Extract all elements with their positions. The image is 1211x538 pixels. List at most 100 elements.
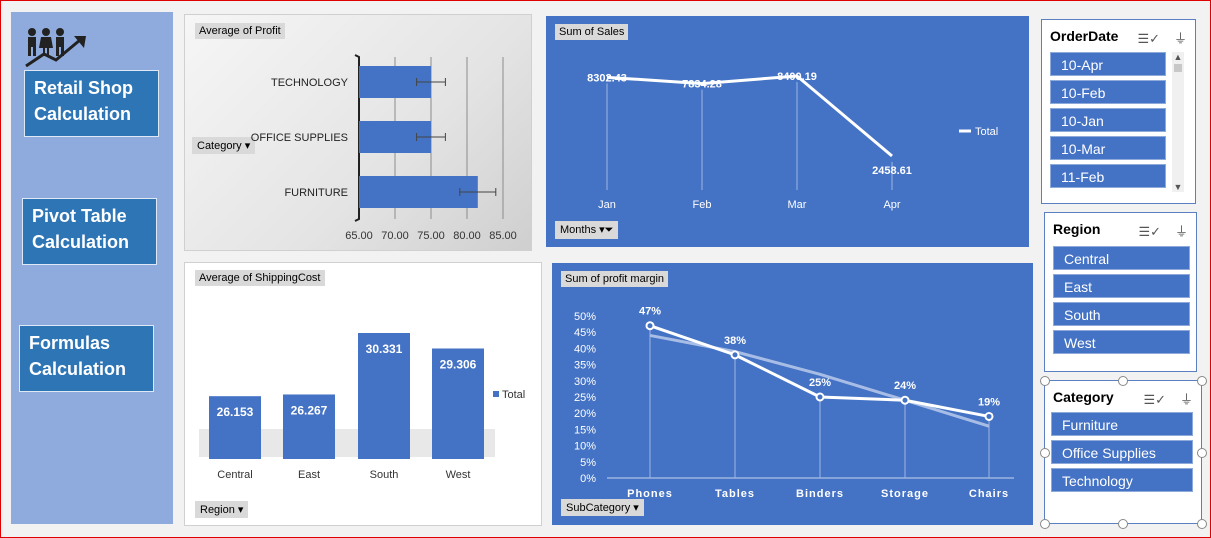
- formulas-calculation-button[interactable]: Formulas Calculation: [19, 325, 154, 392]
- scroll-thumb[interactable]: [1174, 64, 1182, 72]
- x-tick-label: Storage: [881, 488, 929, 500]
- data-point: [815, 392, 825, 402]
- slicer-item-region[interactable]: East: [1053, 274, 1190, 298]
- orderdate-slicer: OrderDate ☰✓ ⏚ 10-Apr 10-Feb 10-Jan 10-Ma…: [1041, 19, 1196, 204]
- resize-handle[interactable]: [1197, 376, 1207, 386]
- resize-handle[interactable]: [1118, 376, 1128, 386]
- data-label: 29.306: [440, 358, 477, 372]
- data-label: 47%: [639, 306, 661, 318]
- margin-chart-panel: Sum of profit margin SubCategory ▾ 50% 45…: [552, 263, 1033, 525]
- data-label: 24%: [894, 380, 916, 392]
- data-label: 8400.19: [777, 71, 817, 83]
- x-tick-label: Binders: [796, 488, 844, 500]
- data-label: 8302.43: [587, 72, 627, 84]
- y-tick-label: 15%: [574, 424, 596, 436]
- profit-margin-line-chart: 50% 45% 40% 35% 30% 25% 20% 15% 10% 5% 0% Phones Tab…: [574, 306, 1014, 500]
- slicer-scrollbar[interactable]: ▲ ▼: [1172, 52, 1184, 192]
- slicer-item-orderdate[interactable]: 10-Mar: [1050, 136, 1166, 160]
- data-point: [984, 411, 994, 421]
- data-label: 26.267: [291, 403, 328, 417]
- slicer-item-orderdate[interactable]: 10-Feb: [1050, 80, 1166, 104]
- x-tick-label: 70.00: [381, 230, 409, 242]
- orderdate-slicer-title: OrderDate: [1050, 28, 1119, 44]
- y-tick-label: 10%: [574, 441, 596, 453]
- y-tick-label: 50%: [574, 311, 596, 323]
- data-label: 7834.28: [682, 79, 722, 91]
- multi-select-icon[interactable]: ☰✓: [1138, 224, 1161, 239]
- y-tick-label: 30%: [574, 376, 596, 388]
- data-label: 30.331: [366, 342, 403, 356]
- slicer-item-region[interactable]: Central: [1053, 246, 1190, 270]
- clear-filter-icon[interactable]: ⏚: [1174, 31, 1187, 46]
- x-tick-label: Chairs: [969, 488, 1009, 500]
- data-label: 19%: [978, 396, 1000, 408]
- profit-chart-panel: Average of Profit Category ▾ 65.00 70.00 7…: [184, 14, 532, 251]
- data-label: 38%: [724, 335, 746, 347]
- scroll-up-arrow-icon[interactable]: ▲: [1172, 52, 1184, 62]
- slicer-item-orderdate[interactable]: 10-Apr: [1050, 52, 1166, 76]
- retail-shop-calculation-button[interactable]: Retail Shop Calculation: [24, 70, 159, 137]
- resize-handle[interactable]: [1040, 519, 1050, 529]
- resize-handle[interactable]: [1040, 448, 1050, 458]
- resize-handle[interactable]: [1197, 519, 1207, 529]
- shipping-chart-panel: Average of ShippingCost Region ▾ 26.153 C…: [184, 262, 542, 526]
- legend-label: Total: [502, 389, 525, 401]
- resize-handle[interactable]: [1040, 376, 1050, 386]
- category-label: TECHNOLOGY: [271, 77, 349, 89]
- slicer-item-orderdate[interactable]: 10-Jan: [1050, 108, 1166, 132]
- slicer-item-category[interactable]: Technology: [1051, 468, 1193, 492]
- y-tick-label: 35%: [574, 360, 596, 372]
- category-slicer[interactable]: Category ☰✓ ⏚ Furniture Office Supplies T…: [1044, 380, 1202, 524]
- x-tick-label: Phones: [627, 488, 673, 500]
- y-tick-label: 25%: [574, 392, 596, 404]
- y-tick-label: 40%: [574, 343, 596, 355]
- slicer-item-orderdate[interactable]: 11-Feb: [1050, 164, 1166, 188]
- x-tick-label: Apr: [883, 199, 900, 211]
- x-tick-label: South: [370, 469, 399, 481]
- sales-line-chart: Jan Feb Mar Apr 8302.43 7834.28 8400.19 2458.61…: [587, 71, 998, 211]
- slicer-item-category[interactable]: Office Supplies: [1051, 440, 1193, 464]
- clear-filter-icon[interactable]: ⏚: [1180, 392, 1193, 407]
- region-slicer: Region ☰✓ ⏚ Central East South West: [1044, 212, 1197, 372]
- data-label: 26.153: [217, 405, 254, 419]
- x-tick-label: Mar: [788, 199, 807, 211]
- slicer-item-region[interactable]: South: [1053, 302, 1190, 326]
- sales-series-line: [606, 74, 893, 158]
- y-tick-label: 0%: [580, 473, 596, 485]
- resize-handle[interactable]: [1197, 448, 1207, 458]
- data-label: 2458.61: [872, 165, 912, 177]
- x-tick-label: 75.00: [417, 230, 445, 242]
- x-tick-label: Tables: [715, 488, 755, 500]
- scroll-down-arrow-icon[interactable]: ▼: [1172, 182, 1184, 192]
- x-tick-label: East: [298, 469, 320, 481]
- category-label: FURNITURE: [284, 187, 348, 199]
- resize-handle[interactable]: [1118, 519, 1128, 529]
- x-tick-label: Central: [217, 469, 252, 481]
- slicer-item-category[interactable]: Furniture: [1051, 412, 1193, 436]
- multi-select-icon[interactable]: ☰✓: [1137, 31, 1160, 46]
- sales-chart-panel: Sum of Sales Months ▾⏷ Jan Feb Mar Apr 8302.…: [546, 16, 1029, 247]
- category-label: OFFICE SUPPLIES: [251, 132, 348, 144]
- x-tick-label: 80.00: [453, 230, 481, 242]
- data-point: [900, 395, 910, 405]
- legend-label: Total: [975, 126, 998, 138]
- x-tick-label: Jan: [598, 199, 616, 211]
- data-point: [645, 321, 655, 331]
- x-tick-label: 85.00: [489, 230, 517, 242]
- shipping-bar-chart: 26.153 Central 26.267 East 30.331 South 29.306…: [199, 333, 525, 481]
- data-label: 25%: [809, 377, 831, 389]
- x-tick-label: 65.00: [345, 230, 373, 242]
- category-slicer-title: Category: [1053, 389, 1114, 405]
- y-tick-label: 20%: [574, 408, 596, 420]
- data-point: [730, 350, 740, 360]
- x-tick-label: Feb: [693, 199, 712, 211]
- multi-select-icon[interactable]: ☰✓: [1143, 392, 1166, 407]
- y-tick-label: 5%: [580, 457, 596, 469]
- pivot-table-calculation-button[interactable]: Pivot Table Calculation: [22, 198, 157, 265]
- slicer-item-region[interactable]: West: [1053, 330, 1190, 354]
- clear-filter-icon[interactable]: ⏚: [1175, 224, 1188, 239]
- profit-bar-chart: 65.00 70.00 75.00 80.00 85.00 TECHNOLOGY OFFIC…: [251, 54, 517, 242]
- y-tick-label: 45%: [574, 327, 596, 339]
- x-tick-label: West: [446, 469, 471, 481]
- retail-people-arrow-icon: [25, 28, 86, 68]
